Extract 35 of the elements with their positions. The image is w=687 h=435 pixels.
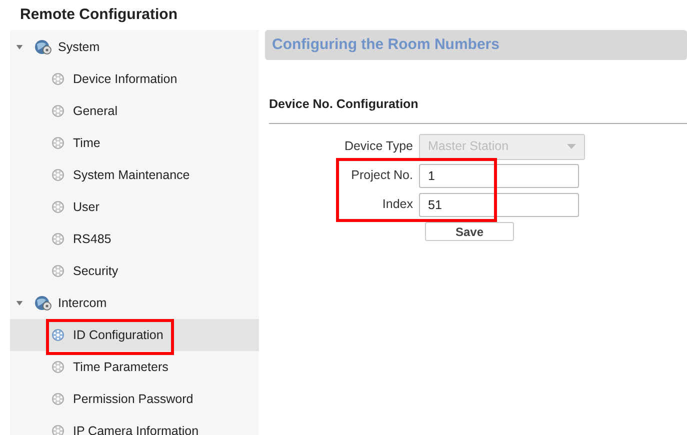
tree-item[interactable]: Security: [10, 255, 259, 287]
tree-item[interactable]: Time Parameters: [10, 351, 259, 383]
gear-icon: [51, 264, 65, 278]
caret-icon[interactable]: [16, 44, 23, 50]
gear-icon: [51, 232, 65, 246]
panel-title: Configuring the Room Numbers: [272, 34, 500, 55]
tree-item[interactable]: System Maintenance: [10, 159, 259, 191]
tree-item[interactable]: RS485: [10, 223, 259, 255]
tree-item[interactable]: Time: [10, 127, 259, 159]
gear-icon: [51, 392, 65, 406]
page-title: Remote Configuration: [20, 4, 178, 25]
section-title: Device No. Configuration: [269, 97, 418, 111]
input-field[interactable]: 51: [419, 192, 579, 216]
tree-item[interactable]: User: [10, 191, 259, 223]
field-label: Index: [381, 196, 414, 214]
gear-icon: [51, 168, 65, 182]
tree-item[interactable]: General: [10, 95, 259, 127]
field-label: Device Type: [343, 138, 414, 156]
globe-gear-icon: [34, 295, 52, 311]
tree-item[interactable]: IP Camera Information: [10, 415, 259, 435]
tree-group-label[interactable]: Intercom: [58, 294, 107, 312]
gear-icon: [51, 104, 65, 118]
gear-icon: [51, 136, 65, 150]
gear-icon: [51, 200, 65, 214]
caret-icon[interactable]: [16, 300, 23, 306]
input-field[interactable]: 1: [419, 164, 579, 188]
gear-icon: [51, 72, 65, 86]
save-button[interactable]: Save: [425, 222, 514, 241]
field-label: Project No.: [350, 167, 414, 184]
gear-icon: [51, 360, 65, 374]
globe-gear-icon: [34, 39, 52, 55]
tree-group-label[interactable]: System: [58, 38, 100, 56]
tree-item[interactable]: Permission Password: [10, 383, 259, 415]
tree-item[interactable]: Device Information: [10, 63, 259, 95]
gear-icon: [51, 328, 65, 342]
